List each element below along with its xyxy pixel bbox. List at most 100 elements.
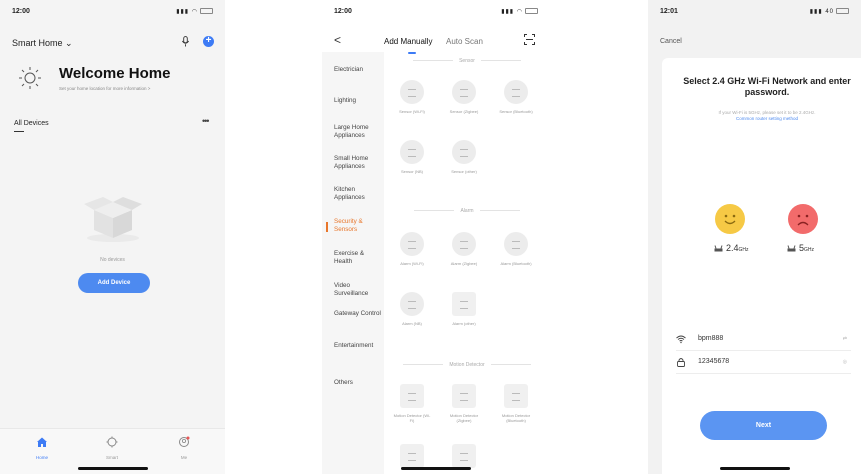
alarm-icon [452,232,476,256]
status-bar: 12:01 ▮▮▮ 40 [648,6,861,20]
device-item[interactable]: Motion Detector (Bluetooth) [496,384,536,423]
wifi-ssid-field[interactable]: bpm888 ⇄ [676,334,861,348]
tab-home[interactable]: Home [22,435,62,460]
wifi-hint-text: If your Wi-Fi is 5GHz, please set it to … [718,110,816,115]
device-label: Motion Detector (Bluetooth) [501,413,531,423]
device-item[interactable]: Sensor (Zigbee) [444,80,484,114]
category-sidebar: Electrician Lighting Large Home Applianc… [322,52,384,474]
device-item[interactable]: Sensor (Bluetooth) [496,80,536,114]
category-video-surveillance[interactable]: Video Surveillance [334,282,382,298]
device-item[interactable] [392,444,432,468]
device-item[interactable]: Alarm (Bluetooth) [496,232,536,266]
tab-smart-label: Smart [105,455,118,460]
device-label: Sensor (Wi-Fi) [399,109,425,114]
add-device-button[interactable]: Add Device [78,273,150,293]
category-lighting[interactable]: Lighting [334,97,382,105]
battery-icon [836,8,849,15]
tab-me-label: Me [180,455,188,460]
category-electrician[interactable]: Electrician [334,66,382,74]
category-large-home-appliances[interactable]: Large Home Appliances [334,124,382,140]
device-label: Sensor (other) [451,169,477,174]
alarm-icon [452,292,476,316]
welcome-location-link[interactable]: Set your home location for more informat… [59,86,150,91]
category-small-home-appliances[interactable]: Small Home Appliances [334,155,382,171]
wifi-password-value: 12345678 [698,358,730,365]
device-label: Sensor (NB) [400,169,423,174]
add-plus-button[interactable]: + [203,36,214,47]
category-others[interactable]: Others [334,379,382,387]
band-24-value: 2.4 [726,243,739,253]
microphone-icon[interactable] [181,36,190,47]
motion-detector-icon [400,384,424,408]
empty-box-illustration [84,197,142,242]
category-entertainment[interactable]: Entertainment [334,342,382,350]
sensor-icon [504,80,528,104]
field-divider [676,350,851,351]
category-security-sensors[interactable]: Security & Sensors [334,218,382,234]
device-item[interactable]: Alarm (Zigbee) [444,232,484,266]
category-exercise-health[interactable]: Exercise & Health [334,250,382,266]
device-item[interactable]: Alarm (NB) [392,292,432,326]
router-icon [787,245,796,252]
welcome-heading: Welcome Home [59,65,171,82]
more-options-button[interactable]: ••• [202,116,210,126]
alarm-icon [400,232,424,256]
device-item[interactable]: Sensor (other) [444,140,484,174]
sensor-icon [400,80,424,104]
scan-qr-icon[interactable] [524,34,535,45]
signal-battery: ▮▮▮ 40 [810,8,849,15]
router-setting-link[interactable]: Common router setting method [736,116,798,121]
sensor-icon [400,140,424,164]
tab-add-manually[interactable]: Add Manually [384,37,432,46]
sensor-icon [452,80,476,104]
band-unit: GHz [804,247,815,253]
category-gateway-control[interactable]: Gateway Control [334,310,382,318]
alarm-icon [400,292,424,316]
happy-face-icon [715,204,745,234]
category-kitchen-appliances[interactable]: Kitchen Appliances [334,186,382,202]
device-item[interactable]: Motion Detector (Zigbee) [444,384,484,423]
sad-face-icon [788,204,818,234]
show-password-icon[interactable]: ◎ [843,359,847,365]
active-category-marker [326,222,328,232]
home-selector[interactable]: Smart Home ⌄ [12,38,73,49]
router-icon [714,245,723,252]
signal-wifi-battery: ▮▮▮ ◠ [501,8,538,15]
device-item[interactable]: Alarm (other) [444,292,484,326]
status-time: 12:00 [334,8,352,15]
band-unit: GHz [738,247,749,253]
motion-detector-icon [400,444,424,468]
device-item[interactable] [444,444,484,468]
cancel-button[interactable]: Cancel [660,38,682,45]
wifi-subtitle: If your Wi-Fi is 5GHz, please set it to … [662,110,861,122]
sensor-icon [452,140,476,164]
alarm-icon [504,232,528,256]
tab-auto-scan[interactable]: Auto Scan [446,37,483,46]
home-indicator [719,467,790,470]
smart-icon [106,436,118,448]
wifi-password-field[interactable]: 12345678 ◎ [676,357,861,371]
device-item[interactable]: Alarm (Wi-Fi) [392,232,432,266]
device-item[interactable]: Motion Detector (Wi-Fi) [392,384,432,423]
device-label: Alarm (Bluetooth) [500,261,532,266]
tab-me[interactable]: Me [164,435,204,460]
tab-home-label: Home [35,455,48,460]
device-label: Alarm (Zigbee) [450,261,478,266]
home-icon [37,437,47,447]
home-indicator [401,467,471,470]
wifi-icon [676,335,686,344]
switch-network-icon[interactable]: ⇄ [843,336,847,342]
back-button[interactable]: < [334,33,341,47]
device-item[interactable]: Sensor (NB) [392,140,432,174]
home-indicator [77,467,148,470]
field-divider [676,373,851,374]
tab-smart[interactable]: Smart [92,435,132,460]
wifi-ssid-value: bpm888 [698,335,724,342]
section-header-sensor: Sensor [384,58,550,64]
all-devices-tab[interactable]: All Devices [14,120,49,127]
device-label: Alarm (other) [452,321,476,326]
device-item[interactable]: Sensor (Wi-Fi) [392,80,432,114]
next-button[interactable]: Next [700,411,827,440]
motion-detector-icon [504,384,528,408]
add-device-screen: 12:00 ▮▮▮ ◠ < Add Manually Auto Scan Ele… [322,0,550,474]
